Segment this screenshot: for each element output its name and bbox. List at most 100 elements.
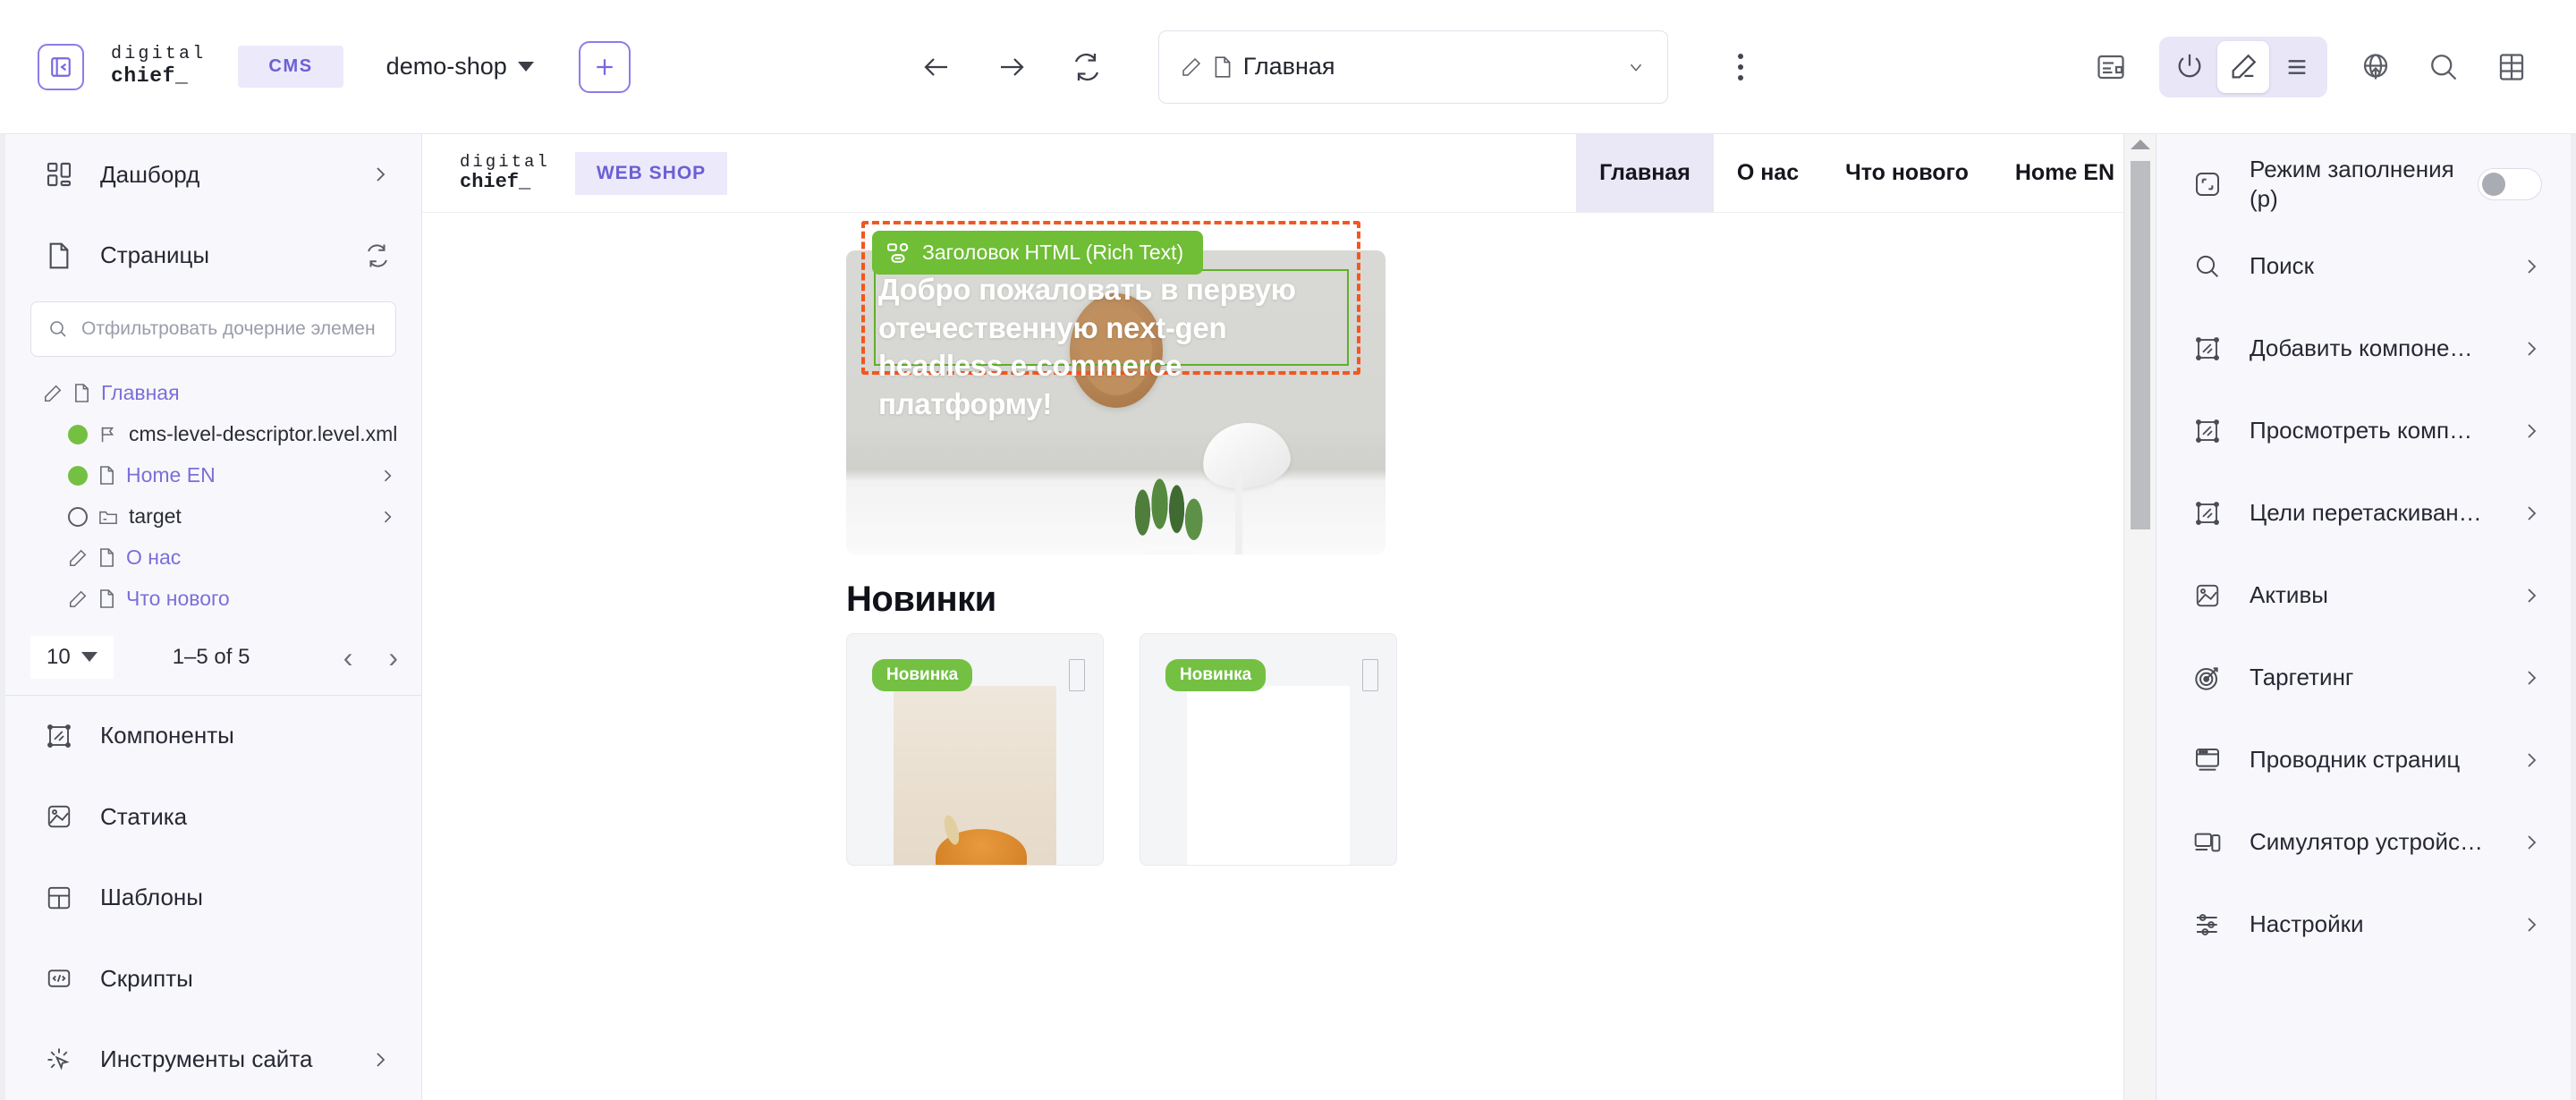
rpanel-item-page-explorer[interactable]: Проводник страниц (2157, 719, 2571, 801)
chevron-right-icon[interactable] (378, 508, 396, 526)
page-size-select[interactable]: 10 (30, 635, 114, 679)
site-nav-link-o-nas[interactable]: О нас (1714, 134, 1822, 212)
filter-box[interactable] (30, 300, 396, 357)
scroll-up-arrow[interactable] (2130, 140, 2150, 149)
chevron-right-icon[interactable] (378, 467, 396, 485)
top-toolbar: digital chief_ CMS demo-shop Главная (0, 0, 2576, 134)
tree-item-label: Что нового (126, 587, 230, 611)
sidebar-item-scripts[interactable]: Скрипты (5, 938, 421, 1019)
sidebar-item-site-tools[interactable]: Инструменты сайта (5, 1020, 421, 1100)
rpanel-item-add-component[interactable]: Добавить компоне… (2157, 308, 2571, 390)
arrow-right-icon[interactable] (992, 47, 1031, 87)
pencil-edit-icon[interactable] (2217, 40, 2269, 93)
tree-item-home-en[interactable]: Home EN (5, 455, 421, 496)
tree-item-o-nas[interactable]: О нас (5, 537, 421, 579)
document-icon (98, 465, 115, 486)
pencil-icon (68, 589, 88, 609)
sidebar-item-pages[interactable]: Страницы (5, 215, 421, 295)
sidebar-item-dashboard[interactable]: Дашборд (5, 134, 421, 215)
favorite-toggle-icon[interactable] (1069, 659, 1085, 691)
rpanel-item-search[interactable]: Поиск (2157, 225, 2571, 308)
favorite-toggle-icon[interactable] (1362, 659, 1378, 691)
menu-lines-icon[interactable] (2271, 41, 2323, 93)
pages-pagination: 10 1–5 of 5 ‹ › (5, 620, 421, 696)
add-button[interactable] (578, 40, 631, 93)
page-preview-canvas[interactable]: digital chief_ WEB SHOP Главная О нас Чт… (422, 134, 2156, 1100)
sidebar-item-components[interactable]: Компоненты (5, 696, 421, 776)
fill-mode-icon (2189, 170, 2226, 199)
preview-brand-line-2: chief_ (460, 170, 531, 193)
rpanel-item-label: Активы (2250, 581, 2328, 609)
flag-icon (98, 425, 118, 444)
preview-brand-logo: digital chief_ (460, 152, 550, 194)
tree-item-target[interactable]: target (5, 496, 421, 537)
chevron-right-icon (2521, 338, 2542, 360)
arrow-left-icon[interactable] (917, 47, 956, 87)
decor-lamp-stem (1235, 474, 1242, 554)
chevron-down-icon (1630, 63, 1641, 72)
pagination-next-button[interactable]: › (388, 643, 398, 672)
sidebar-item-label: Страницы (100, 241, 210, 269)
document-icon (73, 383, 90, 403)
component-selection-badge[interactable]: Заголовок HTML (Rich Text) (872, 231, 1204, 275)
filter-children-input[interactable] (81, 317, 379, 340)
new-badge: Новинка (1165, 659, 1267, 691)
product-card[interactable]: Новинка (1140, 633, 1397, 866)
canvas-vertical-scrollbar[interactable] (2123, 134, 2156, 1100)
code-icon (41, 965, 77, 992)
rpanel-item-fill-mode[interactable]: Режим заполнения (p) (2157, 143, 2571, 225)
refresh-icon[interactable] (1067, 47, 1106, 87)
tree-item-cms-level-descriptor[interactable]: cms-level-descriptor.level.xml (5, 414, 421, 455)
site-nav-link-chto-novogo[interactable]: Что нового (1822, 134, 1992, 212)
power-icon[interactable] (2164, 41, 2216, 93)
product-card[interactable]: Новинка (846, 633, 1104, 866)
toolbar-right-group (2091, 36, 2576, 97)
rpanel-item-view-components[interactable]: Просмотреть комп… (2157, 390, 2571, 472)
tree-item-glavnaya[interactable]: Главная (5, 373, 421, 414)
chevron-right-icon (369, 1049, 391, 1070)
brand-logo: digital chief_ (111, 45, 206, 88)
rpanel-item-device-simulator[interactable]: Симулятор устройс… (2157, 801, 2571, 884)
tree-item-label: cms-level-descriptor.level.xml (129, 422, 396, 446)
component-blocks-icon (886, 241, 910, 265)
sidebar-item-label: Статика (100, 802, 188, 830)
dashboard-icon (41, 160, 77, 189)
more-vertical-icon[interactable] (1731, 47, 1750, 88)
device-simulator-icon (2189, 828, 2226, 857)
site-nav-link-glavnaya[interactable]: Главная (1576, 134, 1714, 212)
fill-mode-toggle[interactable] (2478, 168, 2542, 200)
search-icon[interactable] (2424, 47, 2463, 87)
sidebar-item-templates[interactable]: Шаблоны (5, 858, 421, 938)
pagination-prev-button[interactable]: ‹ (343, 643, 353, 672)
toolbar-left-group: digital chief_ CMS demo-shop (0, 40, 631, 93)
page-selector-field[interactable]: Главная (1157, 30, 1668, 104)
tree-item-label: Главная (101, 381, 180, 405)
rpanel-item-drop-targets[interactable]: Цели перетаскиван… (2157, 472, 2571, 554)
site-selector[interactable]: demo-shop (386, 53, 534, 80)
right-tools-panel: Режим заполнения (p) Поиск Добавить комп… (2156, 134, 2576, 1100)
sidebar-item-label: Шаблоны (100, 884, 203, 911)
tree-item-chto-novogo[interactable]: Что нового (5, 579, 421, 620)
folder-icon (98, 508, 118, 526)
left-sidebar: Дашборд Страницы Отфильтровать дочерние … (0, 134, 422, 1100)
globe-publish-icon[interactable] (2356, 47, 2395, 87)
grid-icon[interactable] (2492, 47, 2531, 87)
search-icon (47, 318, 69, 340)
sidebar-item-static[interactable]: Статика (5, 776, 421, 857)
templates-icon (41, 884, 77, 911)
rpanel-item-targeting[interactable]: Таргетинг (2157, 637, 2571, 719)
layout-panel-icon[interactable] (2091, 47, 2131, 87)
rpanel-item-settings[interactable]: Настройки (2157, 884, 2571, 966)
decor-plant-leaves (1120, 471, 1215, 554)
refresh-icon[interactable] (364, 242, 391, 269)
rpanel-item-label: Настройки (2250, 910, 2364, 938)
component-selection-badge-label: Заголовок HTML (Rich Text) (922, 241, 1184, 264)
hero-heading-text[interactable]: Добро пожаловать в первую отечественную … (878, 271, 1343, 423)
rpanel-item-label: Режим заполнения (p) (2250, 155, 2454, 212)
scroll-thumb[interactable] (2131, 161, 2150, 529)
panel-collapse-icon[interactable] (38, 43, 84, 90)
search-icon (2189, 252, 2226, 281)
rpanel-item-assets[interactable]: Активы (2157, 554, 2571, 637)
pencil-icon (43, 384, 63, 403)
mode-button-group (2159, 36, 2327, 97)
